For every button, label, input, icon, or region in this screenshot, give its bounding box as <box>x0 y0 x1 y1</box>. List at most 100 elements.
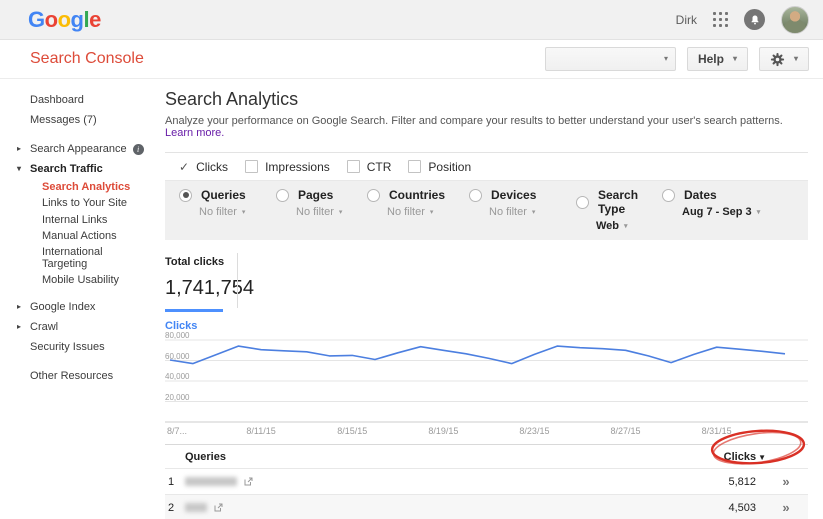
logo-letter: g <box>70 6 84 32</box>
sidebar-item-label: International Targeting <box>42 245 103 270</box>
x-axis-tick-label: 8/19/15 <box>428 426 459 436</box>
total-clicks-value: 1,741,754 <box>165 277 254 299</box>
dimension-filter[interactable]: No filter ▾ <box>296 206 367 218</box>
checkbox-unchecked[interactable] <box>408 160 422 173</box>
radio-countries[interactable] <box>367 188 380 202</box>
dimension-filter[interactable]: No filter ▾ <box>199 206 276 218</box>
dimension-filter[interactable]: No filter ▾ <box>489 206 576 218</box>
sidebar-item-label: Search Traffic <box>30 163 103 176</box>
metric-clicks[interactable]: ✓ Clicks <box>179 160 228 174</box>
row-rank: 1 <box>168 475 175 488</box>
app-title[interactable]: Search Console <box>30 50 144 68</box>
radio-dates[interactable] <box>662 188 675 202</box>
clicks-value: 5,812 <box>728 475 756 488</box>
dimension-search-type[interactable]: Search Type Web ▾ <box>576 188 662 232</box>
total-clicks-label: Total clicks <box>165 256 225 268</box>
dimensions-bar: Queries No filter ▾ Pages No filter ▾ Countrie… <box>165 181 808 240</box>
caret-down-icon: ▾ <box>663 54 668 63</box>
dimension-dates[interactable]: Dates Aug 7 - Sep 3 ▾ <box>662 188 808 232</box>
sidebar-item-label: Google Index <box>30 301 96 314</box>
expand-chevron-icon[interactable]: » <box>764 500 808 515</box>
sidebar-item-internal-links[interactable]: Internal Links <box>0 212 155 228</box>
help-button-label: Help <box>697 52 724 66</box>
external-link-icon[interactable] <box>244 477 253 486</box>
dimension-filter[interactable]: No filter ▾ <box>387 206 469 218</box>
metric-label: Impressions <box>265 159 330 174</box>
sidebar-item-crawl[interactable]: ▸ Crawl <box>0 317 155 337</box>
table-header-clicks[interactable]: Clicks ▼ <box>688 451 808 463</box>
expand-arrow-icon: ▸ <box>17 322 22 332</box>
help-button[interactable]: Help ▾ <box>686 47 748 71</box>
sidebar-item-links-to-your-site[interactable]: Links to Your Site <box>0 195 155 211</box>
sidebar-item-search-analytics[interactable]: Search Analytics <box>0 179 155 195</box>
sidebar-item-label: Mobile Usability <box>42 274 120 287</box>
metrics-bar: ✓ Clicks Impressions CTR Position <box>165 152 808 181</box>
dimension-queries[interactable]: Queries No filter ▾ <box>179 188 276 232</box>
expand-chevron-icon[interactable]: » <box>764 474 808 489</box>
caret-down-icon: ▾ <box>793 54 798 63</box>
sidebar-item-other-resources[interactable]: Other Resources <box>0 366 155 386</box>
radio-queries[interactable] <box>179 188 192 202</box>
redacted-query[interactable] <box>185 477 237 486</box>
dimension-filter[interactable]: Web ▾ <box>596 220 662 232</box>
dimension-filter[interactable]: Aug 7 - Sep 3 ▾ <box>682 206 808 218</box>
metric-position[interactable]: Position <box>408 160 471 174</box>
table-row[interactable]: 1 5,812 » <box>165 468 808 494</box>
sidebar-item-mobile-usability[interactable]: Mobile Usability <box>0 272 155 288</box>
queries-table-body: 15,812»24,503»34,398»44,397» <box>165 468 808 519</box>
caret-down-icon: ▾ <box>756 209 761 216</box>
checkbox-unchecked[interactable] <box>346 160 360 173</box>
chart-legend-clicks: Clicks <box>165 320 198 332</box>
table-header-queries[interactable]: Queries <box>185 451 688 463</box>
sidebar-item-international-targeting[interactable]: International Targeting <box>0 244 155 272</box>
sidebar-item-search-traffic[interactable]: ▾ Search Traffic <box>0 159 155 179</box>
apps-grid-icon[interactable] <box>713 12 728 27</box>
filter-value: No filter <box>199 206 237 218</box>
y-axis-tick-label: 20,000 <box>165 392 190 402</box>
sidebar-item-dashboard[interactable]: Dashboard <box>0 90 155 110</box>
x-axis-tick-label: 8/7... <box>167 426 188 436</box>
summary-section: Total clicks 1,741,754 <box>165 251 808 312</box>
filter-value: No filter <box>489 206 527 218</box>
dimension-pages[interactable]: Pages No filter ▾ <box>276 188 367 232</box>
checkmark-icon: ✓ <box>179 159 190 174</box>
gear-icon <box>770 52 785 67</box>
radio-search-type[interactable] <box>576 195 589 209</box>
settings-button[interactable]: ▾ <box>758 47 809 71</box>
table-row[interactable]: 2 4,503 » <box>165 494 808 519</box>
dimension-label: Queries <box>201 188 246 202</box>
app-header-bar: Search Console ▾ Help ▾ ▾ <box>0 40 823 79</box>
sidebar-item-security-issues[interactable]: Security Issues <box>0 337 155 357</box>
dimension-label: Countries <box>389 188 446 202</box>
collapse-arrow-icon: ▾ <box>17 164 22 174</box>
radio-pages[interactable] <box>276 188 289 202</box>
dimension-devices[interactable]: Devices No filter ▾ <box>469 188 576 232</box>
logo-letter: o <box>57 6 71 32</box>
sidebar-item-messages-7[interactable]: Messages (7) <box>0 110 155 130</box>
user-avatar[interactable] <box>781 5 809 34</box>
total-clicks-card[interactable]: Total clicks 1,741,754 <box>165 251 254 312</box>
learn-more-link[interactable]: Learn more. <box>165 127 224 139</box>
sidebar-item-manual-actions[interactable]: Manual Actions <box>0 228 155 244</box>
clicks-chart-svg <box>165 339 808 423</box>
checkbox-unchecked[interactable] <box>245 160 259 173</box>
dimension-countries[interactable]: Countries No filter ▾ <box>367 188 469 232</box>
expand-arrow-icon: ▸ <box>17 302 22 312</box>
redacted-query[interactable] <box>185 503 207 512</box>
metric-ctr[interactable]: CTR <box>346 160 391 174</box>
queries-table-header: Queries Clicks ▼ <box>165 444 808 468</box>
metric-impressions[interactable]: Impressions <box>245 160 330 174</box>
sidebar-item-google-index[interactable]: ▸ Google Index <box>0 297 155 317</box>
radio-devices[interactable] <box>469 188 482 202</box>
sidebar-item-label: Security Issues <box>30 341 105 354</box>
sidebar-item-search-appearance[interactable]: ▸ Search Appearance i <box>0 139 155 159</box>
property-selector[interactable]: ▾ <box>544 47 676 71</box>
filter-value: Aug 7 - Sep 3 <box>682 206 752 218</box>
external-link-icon[interactable] <box>214 503 223 512</box>
dimension-label: Pages <box>298 188 334 202</box>
dimension-label: Search Type <box>598 188 639 216</box>
google-logo[interactable]: Google <box>28 6 101 32</box>
y-axis-tick-label: 60,000 <box>165 351 190 361</box>
notification-bell-icon[interactable] <box>744 9 765 30</box>
main-content: Search Analytics Analyze your performanc… <box>155 79 823 519</box>
